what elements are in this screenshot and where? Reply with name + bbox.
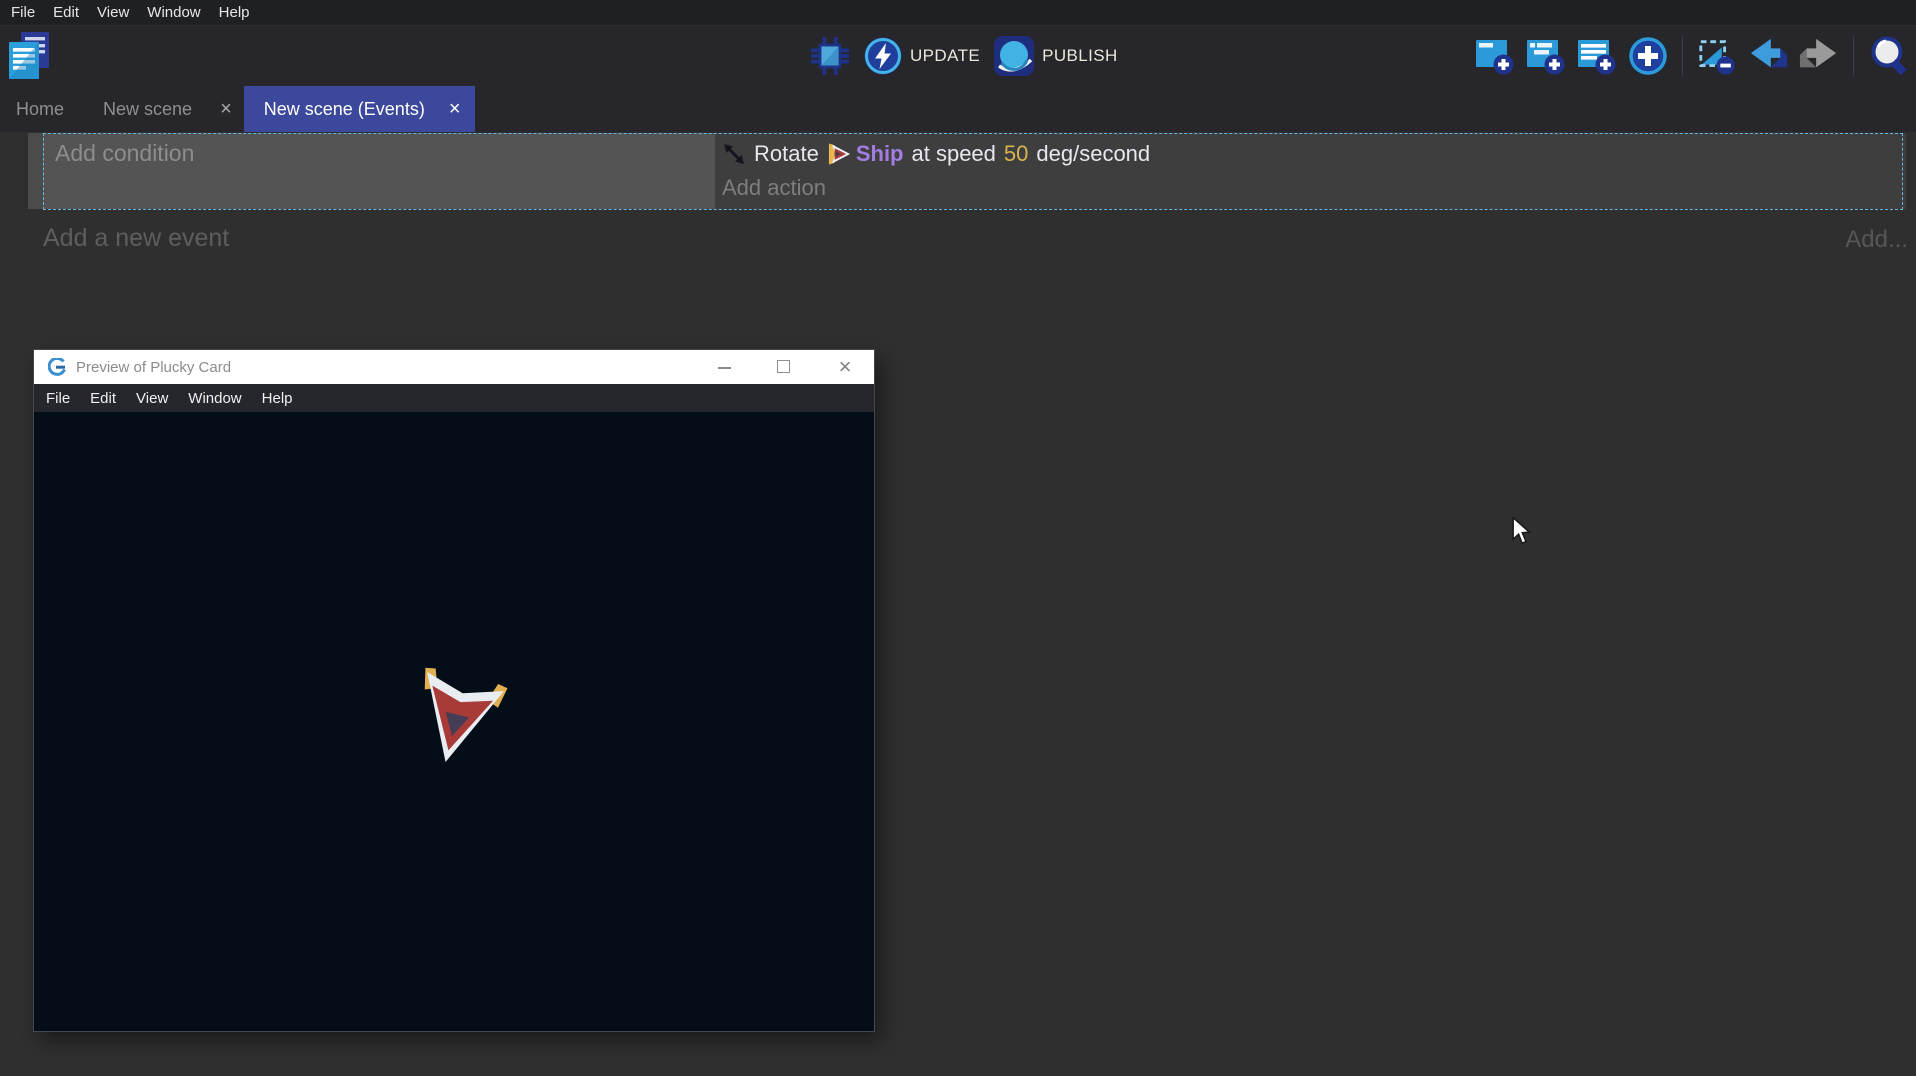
menu-edit[interactable]: Edit <box>44 4 88 21</box>
preview-window-title: Preview of Plucky Card <box>76 359 231 376</box>
rotate-action-icon <box>722 142 746 166</box>
preview-window: Preview of Plucky Card × File Edit View … <box>34 350 874 1031</box>
action-unit: deg/second <box>1036 141 1150 167</box>
update-button[interactable]: UPDATE <box>863 36 980 76</box>
menu-file[interactable]: File <box>2 4 44 21</box>
add-event-icon <box>1475 36 1515 76</box>
preview-menubar: File Edit View Window Help <box>34 384 874 412</box>
debug-button[interactable] <box>810 36 850 76</box>
gdevelop-logo-icon <box>48 358 67 377</box>
menu-view[interactable]: View <box>88 4 138 21</box>
editor-tabbar: Home New scene × New scene (Events) × <box>0 86 1916 132</box>
add-circle-icon <box>1628 36 1668 76</box>
tab-label: New scene (Events) <box>264 99 425 120</box>
publish-label: PUBLISH <box>1042 46 1118 66</box>
preview-menu-window[interactable]: Window <box>178 390 251 407</box>
tab-new-scene-events[interactable]: New scene (Events) × <box>244 86 475 132</box>
action-speed-value: 50 <box>1004 141 1028 167</box>
undo-button[interactable] <box>1748 36 1788 76</box>
publish-planet-icon <box>993 35 1035 77</box>
add-subevent-icon <box>1526 36 1566 76</box>
add-button[interactable]: Add... <box>1845 226 1908 254</box>
project-manager-icon <box>8 32 52 80</box>
rotate-action[interactable]: Rotate Ship at speed 50 deg/second <box>722 133 1906 175</box>
redo-arrow-icon <box>1799 36 1839 76</box>
preview-menu-help[interactable]: Help <box>252 390 303 407</box>
remove-selection-icon <box>1697 35 1737 77</box>
event-row: Add condition Rotate S <box>28 133 1906 209</box>
add-comment-icon <box>1577 36 1617 76</box>
action-text: at speed <box>912 141 996 167</box>
toolbar-divider <box>1682 36 1683 76</box>
add-event-button[interactable] <box>1475 36 1515 76</box>
add-subevent-button[interactable] <box>1526 36 1566 76</box>
add-action-area[interactable]: Add action <box>722 175 1906 201</box>
debug-bug-icon <box>810 35 850 77</box>
preview-menu-file[interactable]: File <box>36 390 80 407</box>
main-toolbar: UPDATE PUBLISH <box>0 26 1916 86</box>
undo-arrow-icon <box>1748 36 1788 76</box>
ship-thumbnail-icon <box>827 142 852 166</box>
preview-menu-edit[interactable]: Edit <box>80 390 126 407</box>
ship-sprite <box>400 664 512 776</box>
search-events-button[interactable] <box>1868 34 1912 78</box>
event-left-margin <box>28 133 43 209</box>
menu-window[interactable]: Window <box>138 4 209 21</box>
add-more-button[interactable] <box>1628 36 1668 76</box>
action-verb: Rotate <box>754 141 819 167</box>
close-icon[interactable]: × <box>834 350 856 384</box>
project-manager-button[interactable] <box>8 32 54 82</box>
menu-help[interactable]: Help <box>210 4 259 21</box>
main-menubar: File Edit View Window Help <box>0 0 1916 26</box>
tab-label: New scene <box>103 99 192 120</box>
preview-titlebar[interactable]: Preview of Plucky Card × <box>34 350 874 384</box>
maximize-icon[interactable] <box>777 360 790 373</box>
tab-home[interactable]: Home <box>0 86 80 132</box>
actions-column: Rotate Ship at speed 50 deg/second Add a… <box>715 133 1906 209</box>
add-condition-area[interactable]: Add condition <box>43 133 715 209</box>
toolbar-center-group: UPDATE PUBLISH <box>810 26 1118 86</box>
close-icon[interactable]: × <box>449 99 461 119</box>
search-icon <box>1868 34 1912 78</box>
close-icon[interactable]: × <box>220 99 232 119</box>
publish-button[interactable]: PUBLISH <box>993 35 1118 77</box>
tab-label: Home <box>16 99 64 120</box>
redo-button[interactable] <box>1799 36 1839 76</box>
gdevelop-app: File Edit View Window Help <box>0 0 1916 1076</box>
preview-menu-view[interactable]: View <box>126 390 178 407</box>
action-object-name: Ship <box>856 141 904 167</box>
remove-selection-button[interactable] <box>1697 36 1737 76</box>
tab-new-scene[interactable]: New scene × <box>80 86 244 132</box>
minimize-icon[interactable] <box>718 367 731 369</box>
toolbar-right-group <box>1475 26 1912 86</box>
game-viewport[interactable] <box>34 412 874 1031</box>
add-new-event-button[interactable]: Add a new event <box>43 224 229 253</box>
update-label: UPDATE <box>910 46 980 66</box>
add-comment-button[interactable] <box>1577 36 1617 76</box>
update-lightning-icon <box>863 36 903 76</box>
toolbar-divider <box>1853 36 1854 76</box>
add-condition-placeholder: Add condition <box>55 140 194 166</box>
